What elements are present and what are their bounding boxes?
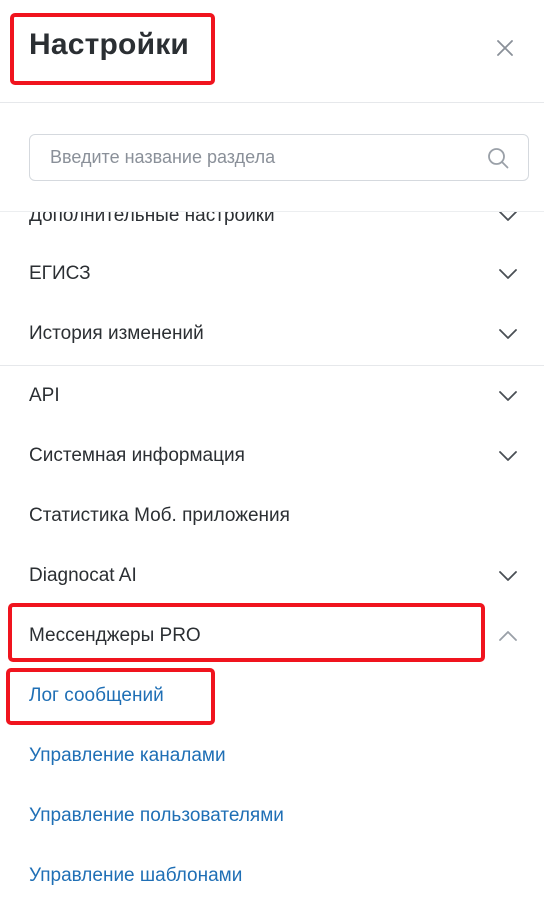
section-label: ЕГИСЗ — [29, 263, 91, 284]
settings-sections-list: Дополнительные настройки ЕГИСЗ История и… — [0, 211, 544, 899]
submenu-manage-templates[interactable]: Управление шаблонами — [0, 846, 544, 899]
submenu-manage-users[interactable]: Управление пользователями — [0, 786, 544, 846]
section-mobile-app-stats[interactable]: Статистика Моб. приложения — [0, 486, 544, 546]
close-button[interactable] — [493, 36, 517, 60]
chevron-down-icon[interactable] — [497, 569, 519, 583]
search-input[interactable] — [30, 135, 480, 180]
search-field[interactable] — [29, 134, 529, 181]
section-messengers-pro[interactable]: Мессенджеры PRO — [0, 606, 544, 666]
section-label: API — [29, 385, 60, 406]
section-label: Дополнительные настройки — [29, 211, 275, 226]
section-label: История изменений — [29, 323, 204, 344]
section-label: Diagnocat AI — [29, 565, 137, 586]
chevron-down-icon[interactable] — [497, 327, 519, 341]
submenu-link[interactable]: Управление каналами — [29, 745, 226, 767]
chevron-down-icon[interactable] — [497, 389, 519, 403]
submenu-link[interactable]: Лог сообщений — [29, 685, 164, 707]
section-label: Статистика Моб. приложения — [29, 505, 290, 526]
chevron-up-icon[interactable] — [497, 629, 519, 643]
settings-panel: Настройки Дополнительные настройки ЕГИСЗ — [0, 0, 544, 899]
section-diagnocat-ai[interactable]: Diagnocat AI — [0, 546, 544, 606]
submenu-message-log[interactable]: Лог сообщений — [0, 666, 544, 726]
section-api[interactable]: API — [0, 366, 544, 426]
section-additional-settings[interactable]: Дополнительные настройки — [0, 211, 544, 246]
page-title: Настройки — [29, 28, 190, 61]
chevron-down-icon[interactable] — [497, 267, 519, 281]
submenu-link[interactable]: Управление шаблонами — [29, 865, 242, 887]
search-icon[interactable] — [486, 146, 510, 170]
close-icon — [497, 40, 513, 56]
section-egisz[interactable]: ЕГИСЗ — [0, 244, 544, 304]
section-label: Системная информация — [29, 445, 245, 466]
chevron-down-icon[interactable] — [497, 449, 519, 463]
section-label: Мессенджеры PRO — [29, 625, 201, 646]
section-system-info[interactable]: Системная информация — [0, 426, 544, 486]
submenu-link[interactable]: Управление пользователями — [29, 805, 284, 827]
panel-header: Настройки — [0, 0, 544, 103]
section-change-history[interactable]: История изменений — [0, 304, 544, 364]
chevron-down-icon[interactable] — [497, 211, 519, 223]
submenu-manage-channels[interactable]: Управление каналами — [0, 726, 544, 786]
